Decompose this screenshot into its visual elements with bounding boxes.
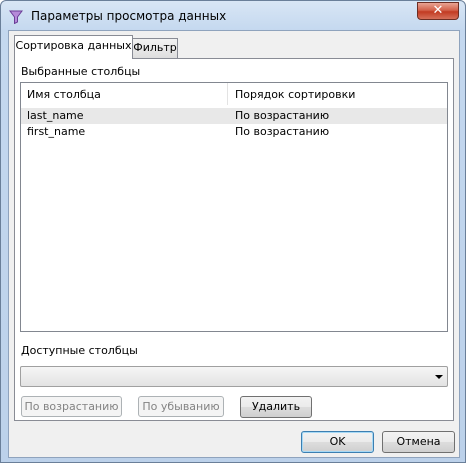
available-columns-dropdown[interactable] <box>20 366 448 387</box>
window-title: Параметры просмотра данных <box>31 9 227 23</box>
sort-ascending-button[interactable]: По возрастанию <box>21 396 122 417</box>
dialog-client-area: Сортировка данных Фильтр Выбранные столб… <box>8 30 460 458</box>
tab-sorting[interactable]: Сортировка данных <box>14 35 133 59</box>
table-row[interactable]: first_name По возрастанию <box>21 124 447 140</box>
filter-funnel-icon <box>9 10 23 24</box>
grid-header: Имя столбца Порядок сортировки <box>21 83 447 105</box>
cancel-button[interactable]: Отмена <box>382 431 455 453</box>
row-column-name: first_name <box>27 125 86 138</box>
column-separator[interactable] <box>227 83 228 105</box>
selected-columns-label: Выбранные столбцы <box>21 65 141 78</box>
tab-filter[interactable]: Фильтр <box>132 38 178 58</box>
column-header-order[interactable]: Порядок сортировки <box>235 88 355 101</box>
sorting-tab-panel: Выбранные столбцы Имя столбца Порядок со… <box>14 58 454 421</box>
column-header-name[interactable]: Имя столбца <box>27 88 101 101</box>
close-button[interactable]: ✕ <box>417 2 459 20</box>
row-sort-order[interactable]: По возрастанию <box>235 125 329 138</box>
row-sort-order[interactable]: По возрастанию <box>235 109 329 122</box>
remove-button[interactable]: Удалить <box>240 396 312 418</box>
ok-button[interactable]: OK <box>301 431 374 453</box>
chevron-down-icon[interactable] <box>435 375 443 379</box>
sort-descending-button[interactable]: По убыванию <box>138 396 224 417</box>
available-columns-label: Доступные столбцы <box>21 344 138 357</box>
dialog-window: Параметры просмотра данных ✕ Сортировка … <box>0 0 466 463</box>
row-column-name: last_name <box>27 109 84 122</box>
title-bar[interactable]: Параметры просмотра данных ✕ <box>1 1 465 31</box>
selected-columns-grid[interactable]: Имя столбца Порядок сортировки last_name… <box>20 82 448 332</box>
table-row[interactable]: last_name По возрастанию <box>21 108 447 124</box>
